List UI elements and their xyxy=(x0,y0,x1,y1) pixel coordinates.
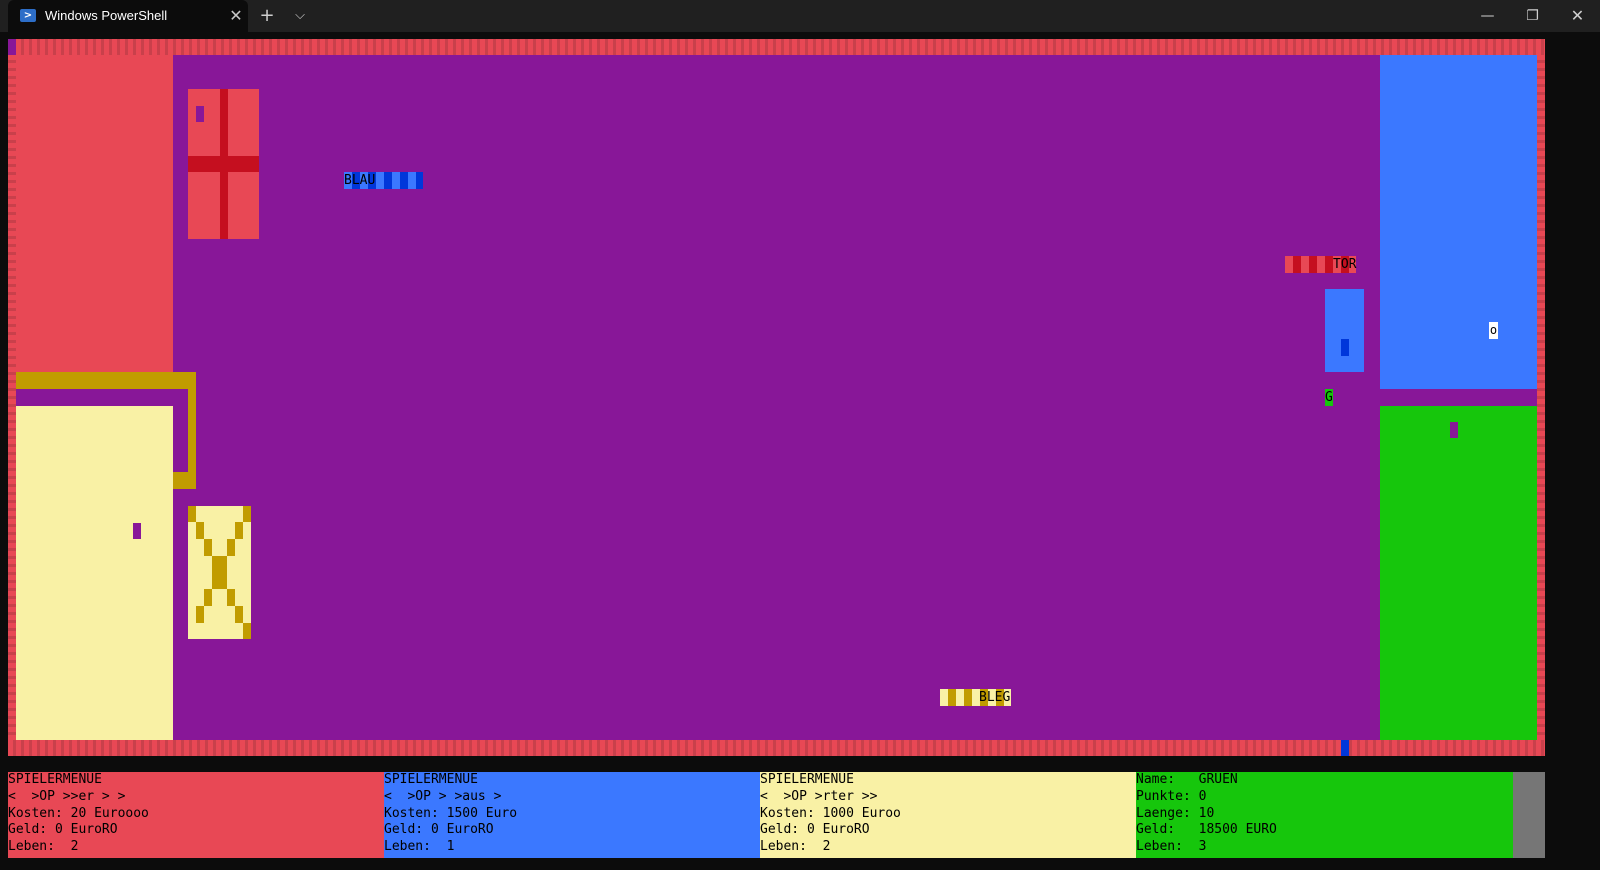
close-tab-icon[interactable]: ✕ xyxy=(224,0,248,32)
status-panel-blue: SPIELERMENUE < >OP > >aus > Kosten: 1500… xyxy=(384,772,760,858)
hourglass-cell xyxy=(243,623,251,639)
powershell-icon: > xyxy=(20,9,36,22)
blue-base-marker-o: o xyxy=(1489,322,1498,339)
gift-ribbon-horizontal xyxy=(188,156,259,172)
status-panel-yellow: SPIELERMENUE < >OP >rter >> Kosten: 1000… xyxy=(760,772,1136,858)
hourglass-cell xyxy=(227,589,235,606)
hourglass-cell xyxy=(204,589,212,606)
blue-item-marker xyxy=(1341,339,1349,356)
maximize-button[interactable]: ❐ xyxy=(1510,0,1555,32)
gift-marker xyxy=(196,106,204,122)
panel-line: SPIELERMENUE xyxy=(384,772,478,787)
panel-line: < >OP >>er > > xyxy=(8,788,126,804)
title-bar: > Windows PowerShell ✕ + ⌵ — ❐ ✕ xyxy=(0,0,1600,32)
fence-top xyxy=(8,39,1545,55)
panel-line: Punkte: 0 xyxy=(1136,788,1207,804)
hourglass-cell xyxy=(196,522,204,539)
hourglass-cell xyxy=(235,522,243,539)
hourglass-cell xyxy=(204,539,212,556)
blue-base-gap xyxy=(1380,389,1537,406)
hourglass-cell xyxy=(188,506,196,522)
panel-line: < >OP >rter >> xyxy=(760,788,878,804)
tab-windows-powershell[interactable]: > Windows PowerShell ✕ xyxy=(8,0,248,32)
panel-line: < >OP > >aus > xyxy=(384,788,502,804)
scrollbar[interactable] xyxy=(1513,772,1545,858)
panel-line: Geld: 0 EuroRO xyxy=(760,822,870,838)
panel-line: SPIELERMENUE xyxy=(760,772,854,787)
status-panel-green: Name: GRUEN Punkte: 0 Laenge: 10 Geld: 1… xyxy=(1136,772,1513,858)
yellow-snake-label: BLEG xyxy=(979,690,1011,705)
fence-corner-marker xyxy=(8,39,16,55)
panel-line: Leben: 2 xyxy=(760,839,831,855)
yellow-base xyxy=(16,406,173,740)
panel-line: Kosten: 20 Euroooo xyxy=(8,805,149,821)
yellow-base-marker xyxy=(133,523,141,539)
status-panel-red: SPIELERMENUE < >OP >>er > > Kosten: 20 E… xyxy=(8,772,384,858)
minimize-button[interactable]: — xyxy=(1465,0,1510,32)
terminal-area: o BLAU TOR BLEG G SPIELERMENUE < >OP >>e… xyxy=(0,32,1600,870)
panel-line: Kosten: 1500 Euro xyxy=(384,805,518,821)
panel-line: Geld: 0 EuroRO xyxy=(8,822,118,838)
red-base xyxy=(16,55,173,372)
blue-snake-label: BLAU xyxy=(344,173,376,188)
green-base-marker xyxy=(1450,422,1458,438)
red-gift-item xyxy=(188,89,259,239)
hourglass-item xyxy=(188,506,251,639)
close-window-button[interactable]: ✕ xyxy=(1555,0,1600,32)
gold-wall-inner xyxy=(172,389,188,472)
new-tab-button[interactable]: + xyxy=(252,0,282,32)
blue-item-box xyxy=(1325,289,1364,372)
panel-line: Leben: 3 xyxy=(1136,839,1207,855)
hourglass-cell xyxy=(227,539,235,556)
panel-line: Name: GRUEN xyxy=(1136,772,1238,787)
playfield xyxy=(173,55,1380,740)
chevron-down-icon[interactable]: ⌵ xyxy=(285,0,315,32)
hourglass-cell xyxy=(235,606,243,623)
panel-line: Geld: 18500 EURO xyxy=(1136,822,1277,838)
panel-line: Leben: 2 xyxy=(8,839,79,855)
hourglass-cell xyxy=(212,556,227,589)
fence-right xyxy=(1537,55,1545,740)
hourglass-cell xyxy=(243,506,251,522)
green-player-label: G xyxy=(1325,390,1333,405)
panel-line: Laenge: 10 xyxy=(1136,805,1215,821)
player-blue-marker xyxy=(1341,740,1349,756)
hourglass-cell xyxy=(196,606,204,623)
panel-line: SPIELERMENUE xyxy=(8,772,102,787)
green-base xyxy=(1380,406,1537,740)
blue-base xyxy=(1380,55,1537,389)
gold-wall-top xyxy=(16,372,196,389)
panel-line: Leben: 1 xyxy=(384,839,455,855)
tab-title: Windows PowerShell xyxy=(45,8,168,23)
panel-line: Geld: 0 EuroRO xyxy=(384,822,494,838)
fence-left xyxy=(8,55,16,740)
panel-line: Kosten: 1000 Euroo xyxy=(760,805,901,821)
red-snake-label: TOR xyxy=(1333,257,1357,272)
fence-bottom xyxy=(8,740,1545,756)
